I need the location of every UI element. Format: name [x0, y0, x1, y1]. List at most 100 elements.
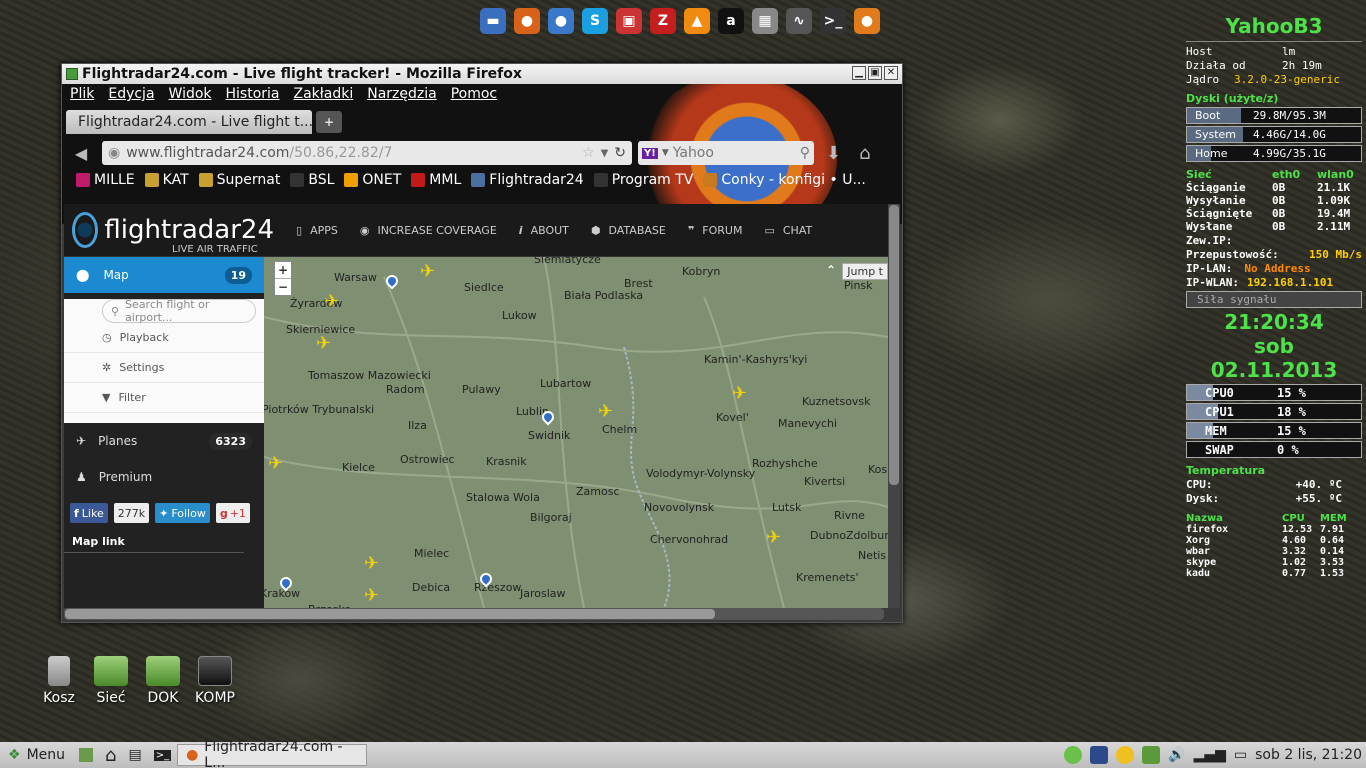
city-label: Ostrowiec: [400, 453, 455, 466]
package-icon[interactable]: ▣: [616, 8, 642, 34]
bookmark-item[interactable]: Conky - konfigi • U...: [703, 172, 866, 188]
files-launcher-icon[interactable]: ▤: [128, 747, 141, 763]
horizontal-scrollbar[interactable]: [64, 608, 884, 620]
taskbar-clock[interactable]: sob 2 lis, 21:20: [1255, 747, 1362, 763]
menu-plik[interactable]: Plik: [70, 86, 94, 102]
chat-tray-icon[interactable]: [1064, 746, 1083, 764]
sidebar-item-playback[interactable]: ◷ Playback: [64, 323, 264, 353]
bookmark-item[interactable]: BSL: [290, 172, 334, 188]
twitter-follow-button[interactable]: ✦ Follow: [155, 503, 210, 523]
map-link-label[interactable]: Map link: [64, 531, 244, 553]
filezilla-icon[interactable]: Z: [650, 8, 676, 34]
collapse-icon[interactable]: ⌃: [826, 263, 836, 277]
signal-icon[interactable]: ▂▄▆: [1194, 747, 1226, 763]
url-bar[interactable]: ◉ www.flightradar24.com/50.86,22.82/7 ☆ …: [102, 141, 632, 165]
monitor-icon[interactable]: ∿: [786, 8, 812, 34]
files-icon[interactable]: ▬: [480, 8, 506, 34]
volume-icon[interactable]: 🔊: [1168, 747, 1185, 763]
facebook-like-button[interactable]: f Like: [70, 503, 108, 523]
gplus-button[interactable]: g +1: [215, 503, 250, 523]
vlc-icon[interactable]: ▲: [684, 8, 710, 34]
aircraft-icon[interactable]: ✈: [364, 553, 379, 574]
sidebar-item-filter[interactable]: ▼ Filter: [64, 383, 264, 413]
aircraft-icon[interactable]: ✈: [598, 401, 613, 422]
desktop-icon-dok[interactable]: DOK: [133, 656, 193, 706]
home-launcher-icon[interactable]: ⌂: [105, 745, 116, 766]
bookmark-item[interactable]: Supernat: [198, 172, 280, 188]
menu-edycja[interactable]: Edycja: [108, 86, 154, 102]
process-row: skype 1.02 3.53: [1186, 557, 1345, 568]
desktop-icon-network[interactable]: Sieć: [81, 656, 141, 706]
bookmark-item[interactable]: Flightradar24: [471, 172, 584, 188]
menu-zakładki[interactable]: Zakładki: [294, 86, 354, 102]
weather-tray-icon[interactable]: [1116, 746, 1135, 764]
zoom-control[interactable]: + −: [274, 261, 292, 296]
nav-database[interactable]: ⬢ DATABASE: [591, 224, 666, 237]
nav-about[interactable]: i ABOUT: [519, 224, 569, 237]
sidebar-item-planes[interactable]: ✈ Planes 6323: [64, 423, 264, 459]
menu-narzędzia[interactable]: Narzędzia: [367, 86, 436, 102]
maximize-button[interactable]: ▣: [868, 66, 882, 80]
nav-chat[interactable]: ▭ CHAT: [764, 224, 812, 237]
vertical-scrollbar[interactable]: [888, 204, 900, 608]
zoom-out-button[interactable]: −: [275, 279, 291, 295]
star-icon[interactable]: ☆: [582, 145, 595, 161]
flight-map[interactable]: + − ⌃ Jump t Warsaw Siedlce Biała Podlaska…: [264, 257, 888, 608]
sidebar-item-map[interactable]: ⬤ Map 19: [64, 257, 264, 293]
bookmark-item[interactable]: Program TV: [593, 172, 693, 188]
bookmark-item[interactable]: KAT: [144, 172, 189, 188]
tab-flightradar[interactable]: Flightradar24.com - Live flight t...: [66, 110, 312, 134]
close-button[interactable]: ✕: [884, 66, 898, 80]
battery-icon[interactable]: ▭: [1234, 747, 1247, 763]
city-label: Kivertsi: [804, 475, 846, 488]
skype-icon[interactable]: S: [582, 8, 608, 34]
sidebar-item-settings[interactable]: ✲ Settings: [64, 353, 264, 383]
update-tray-icon[interactable]: [1090, 746, 1109, 764]
taskbar-firefox-task[interactable]: ● Flightradar24.com - L...: [177, 739, 368, 768]
new-tab-button[interactable]: +: [316, 111, 342, 133]
aircraft-icon[interactable]: ✈: [268, 453, 283, 474]
sidebar-item-premium[interactable]: ♟ Premium: [64, 459, 264, 495]
minimize-button[interactable]: ▁: [852, 66, 866, 80]
bookmark-item[interactable]: ONET: [344, 172, 401, 188]
terminal-launcher-icon[interactable]: >_: [153, 749, 172, 761]
site-logo[interactable]: flightradar24 LIVE AIR TRAFFIC: [64, 212, 274, 255]
desktop-icon-trash[interactable]: Kosz: [29, 656, 89, 706]
bookmark-icon: [471, 173, 486, 187]
home-icon[interactable]: ⌂: [859, 143, 870, 164]
menu-widok[interactable]: Widok: [169, 86, 212, 102]
amazon-icon[interactable]: a: [718, 8, 744, 34]
reload-icon[interactable]: ↻: [614, 145, 626, 161]
menu-button[interactable]: ❖ Menu: [0, 743, 73, 767]
download-icon[interactable]: ⬇: [826, 143, 841, 164]
network-icon[interactable]: ▦: [752, 8, 778, 34]
dropdown-icon[interactable]: ▼: [601, 148, 609, 159]
firefox2-icon[interactable]: ●: [854, 8, 880, 34]
bookmark-item[interactable]: MML: [411, 172, 461, 188]
terminal-icon[interactable]: >_: [820, 8, 846, 34]
thunderbird-icon[interactable]: ●: [548, 8, 574, 34]
search-icon[interactable]: ⚲: [800, 145, 810, 161]
flight-search-input[interactable]: ⚲ Search flight or airport...: [102, 298, 256, 324]
nav-apps[interactable]: ▯ APPS: [296, 224, 338, 237]
desktop-icon-komp[interactable]: KOMP: [185, 656, 245, 706]
menu-pomoc[interactable]: Pomoc: [451, 86, 497, 102]
nav-increase-coverage[interactable]: ◉ INCREASE COVERAGE: [360, 224, 497, 237]
nav-forum[interactable]: ❞ FORUM: [688, 224, 743, 237]
aircraft-icon[interactable]: ✈: [364, 585, 379, 606]
menu-historia[interactable]: Historia: [226, 86, 280, 102]
aircraft-icon[interactable]: ✈: [324, 291, 339, 312]
aircraft-icon[interactable]: ✈: [732, 383, 747, 404]
search-bar[interactable]: Y! ▼ Yahoo ⚲: [638, 141, 814, 165]
shield-tray-icon[interactable]: [1142, 746, 1161, 764]
zoom-in-button[interactable]: +: [275, 262, 291, 279]
firefox-icon[interactable]: ●: [514, 8, 540, 34]
aircraft-icon[interactable]: ✈: [420, 261, 435, 282]
bookmark-item[interactable]: MILLE: [76, 172, 135, 188]
show-desktop-icon[interactable]: [79, 748, 94, 762]
aircraft-icon[interactable]: ✈: [766, 527, 781, 548]
jump-button[interactable]: Jump t: [842, 263, 888, 280]
aircraft-icon[interactable]: ✈: [316, 333, 331, 354]
back-icon[interactable]: ◀: [66, 144, 96, 163]
window-titlebar[interactable]: Flightradar24.com - Live flight tracker!…: [62, 64, 902, 84]
